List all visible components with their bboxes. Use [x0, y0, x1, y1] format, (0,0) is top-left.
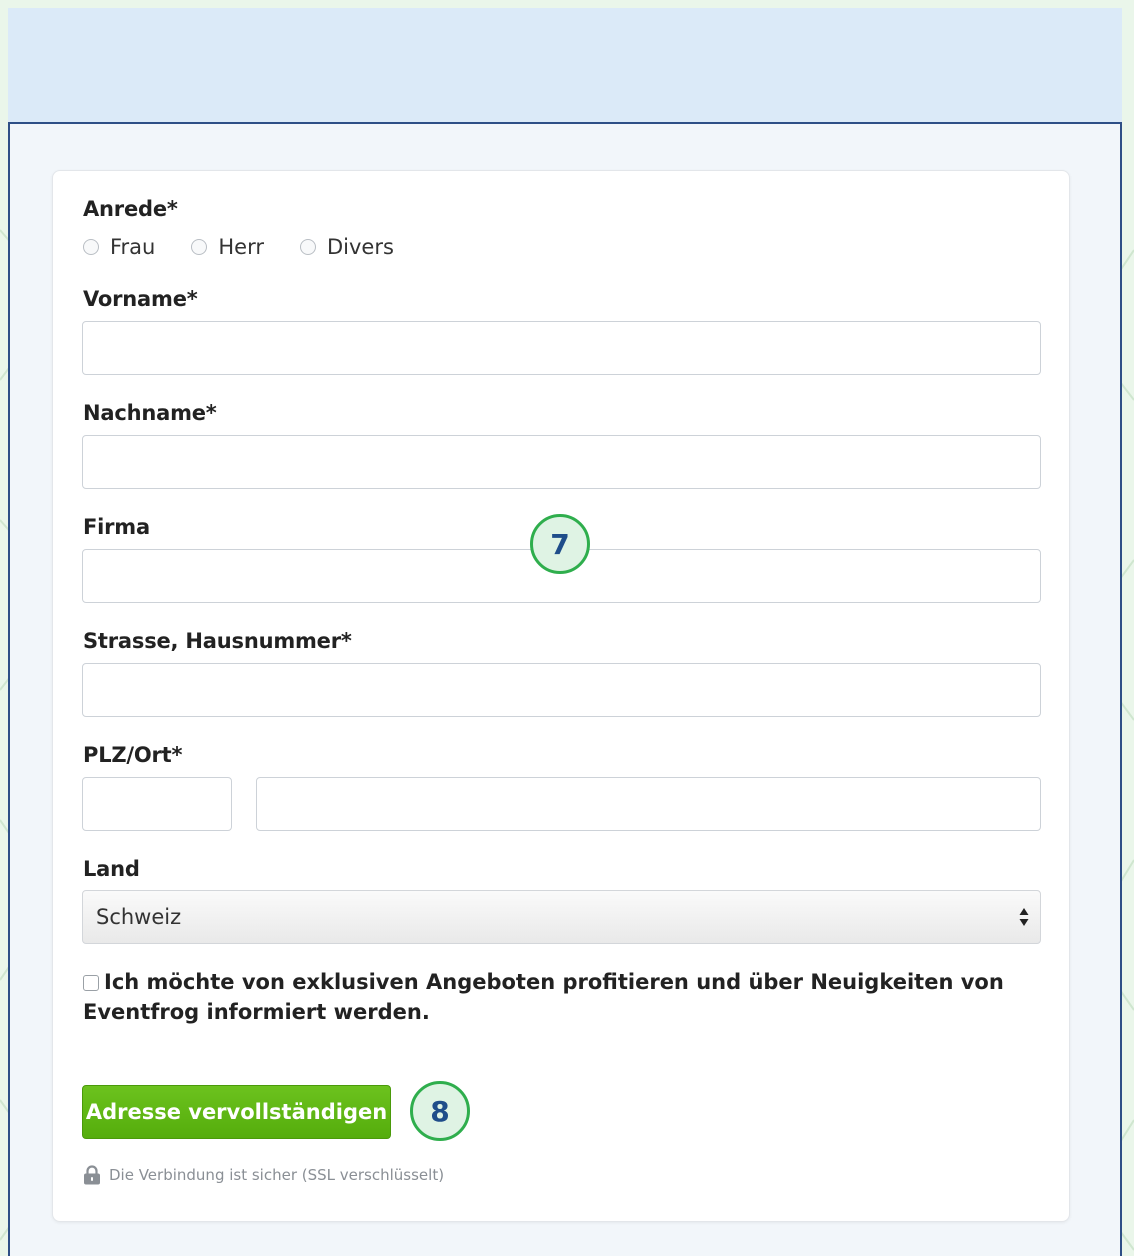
salutation-option-frau[interactable]: Frau [83, 235, 155, 259]
city-input[interactable] [256, 777, 1041, 831]
salutation-option-herr[interactable]: Herr [191, 235, 264, 259]
radio-frau[interactable] [83, 239, 99, 255]
radio-frau-label: Frau [110, 235, 156, 259]
first-name-label: Vorname* [83, 287, 198, 311]
newsletter-row: Ich möchte von exklusiven Angeboten prof… [83, 967, 1013, 1027]
country-select[interactable]: Schweiz [82, 890, 1041, 944]
salutation-radio-group: Frau Herr Divers [83, 235, 430, 259]
lock-icon [84, 1165, 100, 1185]
ssl-text: Die Verbindung ist sicher (SSL verschlüs… [109, 1166, 445, 1184]
ssl-note: Die Verbindung ist sicher (SSL verschlüs… [83, 1165, 444, 1185]
last-name-label: Nachname* [83, 401, 217, 425]
company-label: Firma [83, 515, 150, 539]
salutation-option-divers[interactable]: Divers [299, 235, 394, 259]
last-name-input[interactable] [82, 435, 1041, 489]
select-arrows-icon [1019, 908, 1029, 926]
radio-divers-label: Divers [326, 235, 394, 259]
annotation-badge-7: 7 [530, 514, 590, 574]
country-select-value: Schweiz [96, 905, 182, 929]
complete-address-button[interactable]: Adresse vervollständigen [82, 1085, 391, 1139]
street-input[interactable] [82, 663, 1041, 717]
zip-input[interactable] [82, 777, 232, 831]
country-label: Land [83, 857, 140, 881]
newsletter-label[interactable]: Ich möchte von exklusiven Angeboten prof… [83, 970, 1004, 1024]
radio-herr-label: Herr [218, 235, 264, 259]
salutation-label: Anrede* [83, 197, 178, 221]
address-form-card: Anrede* Frau Herr Divers Vorname* Nachna… [52, 170, 1070, 1222]
zip-city-label: PLZ/Ort* [83, 743, 183, 767]
street-label: Strasse, Hausnummer* [83, 629, 352, 653]
annotation-badge-8: 8 [410, 1081, 470, 1141]
first-name-input[interactable] [82, 321, 1041, 375]
header-band [8, 8, 1122, 122]
newsletter-checkbox[interactable] [83, 975, 99, 991]
radio-divers[interactable] [299, 239, 316, 255]
radio-herr[interactable] [191, 239, 208, 255]
